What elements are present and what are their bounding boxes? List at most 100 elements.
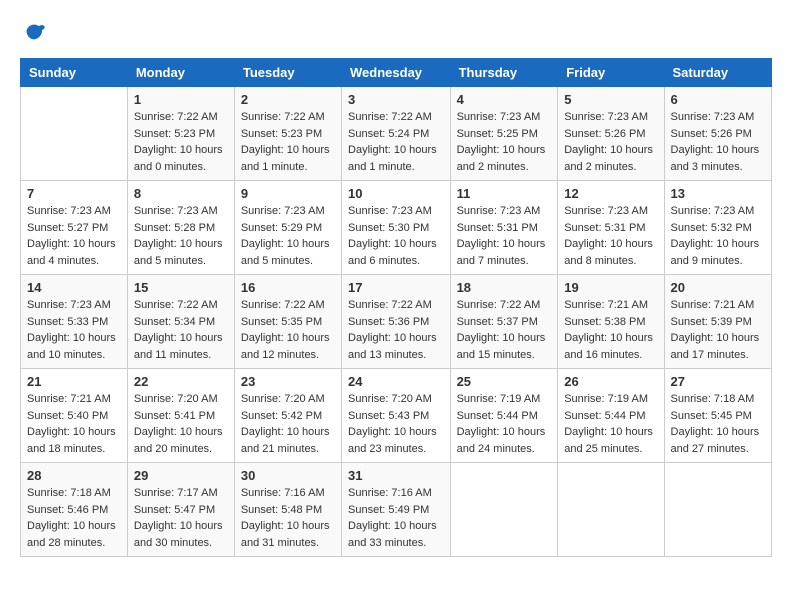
day-number: 30 <box>241 468 335 483</box>
cell-content: Sunrise: 7:22 AMSunset: 5:24 PMDaylight:… <box>348 109 444 175</box>
calendar-cell: 13 Sunrise: 7:23 AMSunset: 5:32 PMDaylig… <box>664 181 771 275</box>
calendar-table: SundayMondayTuesdayWednesdayThursdayFrid… <box>20 58 772 557</box>
cell-content: Sunrise: 7:23 AMSunset: 5:27 PMDaylight:… <box>27 203 121 269</box>
calendar-cell: 24 Sunrise: 7:20 AMSunset: 5:43 PMDaylig… <box>342 369 451 463</box>
day-number: 26 <box>564 374 657 389</box>
cell-content: Sunrise: 7:17 AMSunset: 5:47 PMDaylight:… <box>134 485 228 551</box>
cell-content: Sunrise: 7:22 AMSunset: 5:37 PMDaylight:… <box>457 297 552 363</box>
page-header <box>20 20 772 48</box>
cell-content: Sunrise: 7:22 AMSunset: 5:35 PMDaylight:… <box>241 297 335 363</box>
calendar-cell: 30 Sunrise: 7:16 AMSunset: 5:48 PMDaylig… <box>234 463 341 557</box>
calendar-cell: 17 Sunrise: 7:22 AMSunset: 5:36 PMDaylig… <box>342 275 451 369</box>
cell-content: Sunrise: 7:16 AMSunset: 5:48 PMDaylight:… <box>241 485 335 551</box>
calendar-day-header: Tuesday <box>234 59 341 87</box>
cell-content: Sunrise: 7:23 AMSunset: 5:33 PMDaylight:… <box>27 297 121 363</box>
calendar-day-header: Sunday <box>21 59 128 87</box>
day-number: 13 <box>671 186 765 201</box>
calendar-cell: 6 Sunrise: 7:23 AMSunset: 5:26 PMDayligh… <box>664 87 771 181</box>
cell-content: Sunrise: 7:23 AMSunset: 5:25 PMDaylight:… <box>457 109 552 175</box>
day-number: 9 <box>241 186 335 201</box>
calendar-week-row: 14 Sunrise: 7:23 AMSunset: 5:33 PMDaylig… <box>21 275 772 369</box>
cell-content: Sunrise: 7:18 AMSunset: 5:46 PMDaylight:… <box>27 485 121 551</box>
calendar-cell: 25 Sunrise: 7:19 AMSunset: 5:44 PMDaylig… <box>450 369 558 463</box>
cell-content: Sunrise: 7:19 AMSunset: 5:44 PMDaylight:… <box>564 391 657 457</box>
day-number: 2 <box>241 92 335 107</box>
calendar-cell: 10 Sunrise: 7:23 AMSunset: 5:30 PMDaylig… <box>342 181 451 275</box>
day-number: 14 <box>27 280 121 295</box>
day-number: 7 <box>27 186 121 201</box>
cell-content: Sunrise: 7:23 AMSunset: 5:29 PMDaylight:… <box>241 203 335 269</box>
day-number: 15 <box>134 280 228 295</box>
calendar-week-row: 28 Sunrise: 7:18 AMSunset: 5:46 PMDaylig… <box>21 463 772 557</box>
calendar-day-header: Monday <box>127 59 234 87</box>
day-number: 12 <box>564 186 657 201</box>
calendar-cell: 21 Sunrise: 7:21 AMSunset: 5:40 PMDaylig… <box>21 369 128 463</box>
calendar-cell: 9 Sunrise: 7:23 AMSunset: 5:29 PMDayligh… <box>234 181 341 275</box>
day-number: 11 <box>457 186 552 201</box>
cell-content: Sunrise: 7:21 AMSunset: 5:39 PMDaylight:… <box>671 297 765 363</box>
cell-content: Sunrise: 7:21 AMSunset: 5:38 PMDaylight:… <box>564 297 657 363</box>
calendar-cell <box>558 463 664 557</box>
day-number: 21 <box>27 374 121 389</box>
calendar-cell: 5 Sunrise: 7:23 AMSunset: 5:26 PMDayligh… <box>558 87 664 181</box>
calendar-cell: 28 Sunrise: 7:18 AMSunset: 5:46 PMDaylig… <box>21 463 128 557</box>
day-number: 5 <box>564 92 657 107</box>
calendar-week-row: 7 Sunrise: 7:23 AMSunset: 5:27 PMDayligh… <box>21 181 772 275</box>
calendar-cell: 23 Sunrise: 7:20 AMSunset: 5:42 PMDaylig… <box>234 369 341 463</box>
cell-content: Sunrise: 7:16 AMSunset: 5:49 PMDaylight:… <box>348 485 444 551</box>
calendar-cell: 19 Sunrise: 7:21 AMSunset: 5:38 PMDaylig… <box>558 275 664 369</box>
day-number: 20 <box>671 280 765 295</box>
calendar-cell: 22 Sunrise: 7:20 AMSunset: 5:41 PMDaylig… <box>127 369 234 463</box>
calendar-cell: 26 Sunrise: 7:19 AMSunset: 5:44 PMDaylig… <box>558 369 664 463</box>
day-number: 3 <box>348 92 444 107</box>
cell-content: Sunrise: 7:23 AMSunset: 5:28 PMDaylight:… <box>134 203 228 269</box>
day-number: 27 <box>671 374 765 389</box>
calendar-day-header: Friday <box>558 59 664 87</box>
calendar-cell: 11 Sunrise: 7:23 AMSunset: 5:31 PMDaylig… <box>450 181 558 275</box>
cell-content: Sunrise: 7:22 AMSunset: 5:23 PMDaylight:… <box>241 109 335 175</box>
calendar-cell: 15 Sunrise: 7:22 AMSunset: 5:34 PMDaylig… <box>127 275 234 369</box>
calendar-cell: 14 Sunrise: 7:23 AMSunset: 5:33 PMDaylig… <box>21 275 128 369</box>
calendar-day-header: Wednesday <box>342 59 451 87</box>
cell-content: Sunrise: 7:22 AMSunset: 5:23 PMDaylight:… <box>134 109 228 175</box>
cell-content: Sunrise: 7:20 AMSunset: 5:43 PMDaylight:… <box>348 391 444 457</box>
calendar-cell: 29 Sunrise: 7:17 AMSunset: 5:47 PMDaylig… <box>127 463 234 557</box>
day-number: 24 <box>348 374 444 389</box>
calendar-cell: 1 Sunrise: 7:22 AMSunset: 5:23 PMDayligh… <box>127 87 234 181</box>
calendar-cell <box>21 87 128 181</box>
cell-content: Sunrise: 7:20 AMSunset: 5:42 PMDaylight:… <box>241 391 335 457</box>
day-number: 31 <box>348 468 444 483</box>
cell-content: Sunrise: 7:18 AMSunset: 5:45 PMDaylight:… <box>671 391 765 457</box>
calendar-cell: 12 Sunrise: 7:23 AMSunset: 5:31 PMDaylig… <box>558 181 664 275</box>
calendar-week-row: 1 Sunrise: 7:22 AMSunset: 5:23 PMDayligh… <box>21 87 772 181</box>
day-number: 4 <box>457 92 552 107</box>
calendar-cell: 16 Sunrise: 7:22 AMSunset: 5:35 PMDaylig… <box>234 275 341 369</box>
day-number: 1 <box>134 92 228 107</box>
day-number: 25 <box>457 374 552 389</box>
cell-content: Sunrise: 7:22 AMSunset: 5:34 PMDaylight:… <box>134 297 228 363</box>
day-number: 29 <box>134 468 228 483</box>
cell-content: Sunrise: 7:23 AMSunset: 5:31 PMDaylight:… <box>564 203 657 269</box>
day-number: 18 <box>457 280 552 295</box>
day-number: 16 <box>241 280 335 295</box>
cell-content: Sunrise: 7:23 AMSunset: 5:26 PMDaylight:… <box>671 109 765 175</box>
cell-content: Sunrise: 7:23 AMSunset: 5:32 PMDaylight:… <box>671 203 765 269</box>
calendar-cell: 27 Sunrise: 7:18 AMSunset: 5:45 PMDaylig… <box>664 369 771 463</box>
calendar-header-row: SundayMondayTuesdayWednesdayThursdayFrid… <box>21 59 772 87</box>
calendar-cell: 18 Sunrise: 7:22 AMSunset: 5:37 PMDaylig… <box>450 275 558 369</box>
cell-content: Sunrise: 7:22 AMSunset: 5:36 PMDaylight:… <box>348 297 444 363</box>
logo-bird-icon <box>20 20 48 48</box>
day-number: 23 <box>241 374 335 389</box>
calendar-cell: 31 Sunrise: 7:16 AMSunset: 5:49 PMDaylig… <box>342 463 451 557</box>
cell-content: Sunrise: 7:23 AMSunset: 5:31 PMDaylight:… <box>457 203 552 269</box>
calendar-day-header: Thursday <box>450 59 558 87</box>
day-number: 28 <box>27 468 121 483</box>
day-number: 10 <box>348 186 444 201</box>
cell-content: Sunrise: 7:20 AMSunset: 5:41 PMDaylight:… <box>134 391 228 457</box>
cell-content: Sunrise: 7:21 AMSunset: 5:40 PMDaylight:… <box>27 391 121 457</box>
calendar-cell: 3 Sunrise: 7:22 AMSunset: 5:24 PMDayligh… <box>342 87 451 181</box>
calendar-cell <box>450 463 558 557</box>
day-number: 19 <box>564 280 657 295</box>
logo <box>20 20 52 48</box>
calendar-cell: 4 Sunrise: 7:23 AMSunset: 5:25 PMDayligh… <box>450 87 558 181</box>
